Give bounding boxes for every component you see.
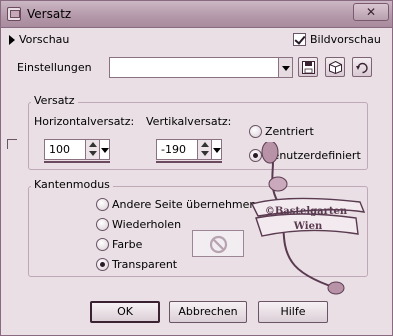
edge-mode-group-title: Kantenmodus (31, 178, 113, 191)
save-preset-button[interactable] (298, 57, 318, 77)
edge-mode-color-radio[interactable] (96, 238, 109, 251)
horizontal-offset-label: Horizontalversatz: (34, 115, 135, 128)
help-button[interactable]: Hilfe (258, 301, 328, 323)
horizontal-offset-stepper[interactable] (85, 140, 99, 159)
vertical-offset-slider[interactable] (156, 161, 222, 163)
vertical-offset-dropdown[interactable] (212, 139, 222, 160)
horizontal-offset-dropdown[interactable] (100, 139, 110, 160)
load-icon (329, 61, 342, 74)
expand-preview-chevron-icon[interactable] (9, 35, 15, 45)
no-color-icon (209, 235, 228, 254)
settings-label: Einstellungen (17, 61, 92, 74)
edge-mode-color-label: Farbe (112, 238, 143, 251)
settings-dropdown[interactable] (109, 57, 293, 78)
reset-preset-button[interactable] (352, 57, 372, 77)
watermark-line1: ©Bastelgarten (265, 206, 348, 217)
load-preset-button[interactable] (325, 57, 345, 77)
window-title: Versatz (27, 7, 72, 21)
cancel-button[interactable]: Abbrechen (169, 301, 247, 323)
image-preview-label: Bildvorschau (310, 33, 381, 46)
vertical-offset-label: Vertikalversatz: (146, 115, 232, 128)
preview-toggle-label[interactable]: Vorschau (19, 33, 69, 46)
offset-option-centered-label: Zentriert (265, 125, 314, 138)
ok-button[interactable]: OK (90, 301, 160, 323)
edge-mode-wrap-radio[interactable] (96, 198, 109, 211)
edge-mode-wrap-label: Andere Seite übernehmen (112, 198, 257, 211)
image-preview-checkbox[interactable] (293, 33, 306, 46)
horizontal-offset-slider[interactable] (44, 161, 110, 163)
vertical-offset-stepper[interactable] (197, 140, 211, 159)
offset-group-title: Versatz (31, 94, 78, 107)
horizontal-offset-input[interactable]: 100 (44, 139, 100, 160)
save-icon (302, 61, 315, 74)
edge-mode-repeat-label: Wiederholen (112, 218, 182, 231)
watermark-logo: ©Bastelgarten Wien (250, 142, 366, 295)
edge-mode-repeat-radio[interactable] (96, 218, 109, 231)
offset-option-centered-radio[interactable] (249, 125, 262, 138)
vertical-offset-input[interactable]: -190 (156, 139, 212, 160)
vertical-offset-value: -190 (161, 143, 186, 156)
chevron-down-icon[interactable] (278, 58, 292, 77)
horizontal-offset-value: 100 (49, 143, 70, 156)
edge-mode-transparent-radio[interactable] (96, 258, 109, 271)
title-bar[interactable]: Versatz ✕ (1, 1, 392, 28)
link-offsets-marker (7, 139, 17, 149)
close-button[interactable]: ✕ (353, 3, 389, 21)
app-icon (7, 7, 21, 21)
reset-icon (356, 62, 368, 74)
watermark-line2: Wien (293, 221, 323, 232)
edge-color-swatch[interactable] (192, 230, 244, 257)
edge-mode-transparent-label: Transparent (112, 258, 178, 271)
versatz-dialog: Versatz ✕ Vorschau Bildvorschau Einstell… (0, 0, 393, 336)
